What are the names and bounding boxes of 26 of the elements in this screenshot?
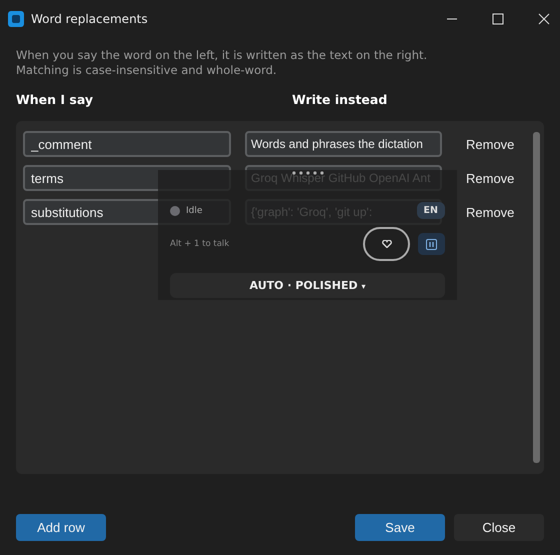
- heart-icon: [382, 240, 392, 248]
- scrollbar[interactable]: [533, 132, 540, 463]
- close-button[interactable]: Close: [454, 514, 544, 541]
- status-dot-icon: [170, 206, 180, 216]
- remove-button[interactable]: Remove: [466, 136, 514, 152]
- input-field[interactable]: _comment: [23, 131, 231, 157]
- status-text: Idle: [186, 206, 202, 216]
- remove-button[interactable]: Remove: [466, 204, 514, 220]
- description-text: When you say the word on the left, it is written as the text on the right.: [16, 48, 428, 63]
- mode-dropdown[interactable]: AUTO · POLISHED ▾: [170, 273, 445, 298]
- window-title: Word replacements: [31, 12, 148, 26]
- description-text: Matching is case-insensitive and whole-word.: [16, 63, 278, 78]
- app-icon: [8, 11, 24, 27]
- hint-text: Alt + 1 to talk: [170, 239, 230, 249]
- close-icon[interactable]: [538, 13, 550, 25]
- column-header: Write instead: [292, 92, 388, 107]
- input-field[interactable]: Words and phrases the dictation: [245, 131, 442, 157]
- maximize-icon[interactable]: [492, 13, 504, 25]
- language-button[interactable]: EN: [416, 202, 445, 219]
- save-button[interactable]: Save: [355, 514, 445, 541]
- record-button[interactable]: [363, 227, 410, 261]
- remove-button[interactable]: Remove: [466, 170, 514, 186]
- add-row-button[interactable]: Add row: [16, 514, 106, 541]
- pause-icon: [426, 238, 437, 250]
- column-header: When I say: [16, 92, 94, 107]
- pause-button[interactable]: [418, 233, 445, 255]
